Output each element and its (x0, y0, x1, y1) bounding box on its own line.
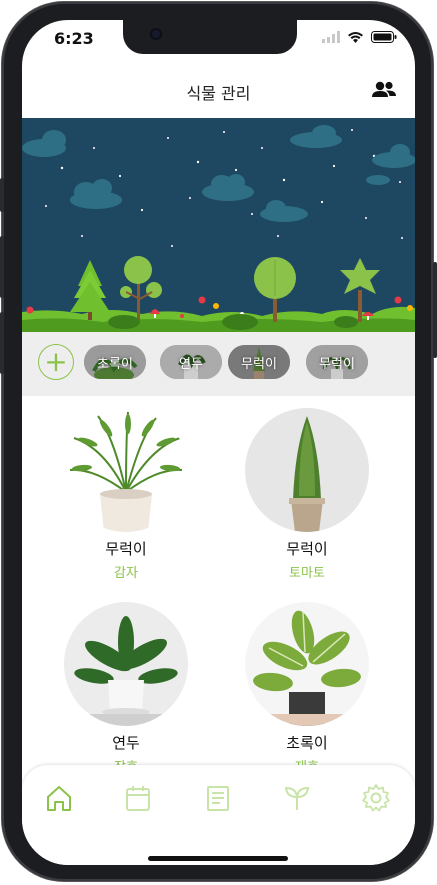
dieffenbachia-image (245, 602, 369, 726)
status-time: 6:23 (54, 29, 94, 48)
plant-photo (64, 602, 188, 726)
home-icon[interactable] (44, 783, 74, 813)
page-title: 식물 관리 (186, 84, 251, 103)
plus-icon: + (44, 345, 68, 378)
side-button-power (433, 262, 437, 358)
calendar-icon[interactable] (123, 783, 153, 813)
plant-chip-label: 무럭이 (241, 357, 277, 372)
status-icons (322, 31, 397, 43)
plant-name: 초록이 (286, 734, 328, 752)
journal-icon[interactable] (203, 783, 233, 813)
plant-card[interactable]: 무럭이 토마토 (232, 408, 382, 588)
plant-photo (245, 408, 369, 532)
screen: 6:23 식물 관리 + 초록이 연두 무럭이 무럭이 무럭이 감자 무럭이 토… (22, 20, 415, 865)
battery-icon (371, 31, 397, 43)
sprout-icon[interactable] (282, 783, 312, 813)
side-button-mute (0, 178, 4, 212)
add-plant-button[interactable]: + (38, 344, 74, 380)
signal-icon (322, 31, 340, 43)
plant-chip[interactable]: 무럭이 (306, 345, 368, 379)
wifi-icon (348, 32, 363, 43)
plant-chip[interactable]: 초록이 (84, 345, 146, 379)
bottom-tab-bar (22, 765, 415, 865)
plant-owner: 토마토 (289, 566, 325, 581)
plant-chip-label: 초록이 (97, 357, 133, 372)
parlor-palm-image (64, 408, 188, 532)
garden-scene-illustration (22, 118, 415, 332)
side-button-volume-down (0, 312, 4, 374)
plant-photo (245, 602, 369, 726)
settings-gear-icon[interactable] (361, 783, 391, 813)
plant-chip[interactable]: 무럭이 (228, 345, 290, 379)
peace-lily-image (64, 602, 188, 726)
plant-name: 무럭이 (286, 540, 328, 558)
garden-banner (22, 118, 415, 332)
people-icon[interactable] (371, 79, 397, 101)
plant-owner: 감자 (114, 566, 138, 581)
side-button-volume-up (0, 236, 4, 298)
plant-chip-label: 연두 (179, 357, 203, 372)
plant-photo (64, 408, 188, 532)
notch (123, 20, 297, 54)
plant-chip[interactable]: 연두 (160, 345, 222, 379)
cypress-plant-image (245, 408, 369, 532)
plant-name: 연두 (112, 734, 140, 752)
plant-name: 무럭이 (105, 540, 147, 558)
plant-card[interactable]: 초록이 재호 (232, 602, 382, 782)
home-indicator (148, 856, 288, 861)
plant-card[interactable]: 연두 장호 (51, 602, 201, 782)
plant-card[interactable]: 무럭이 감자 (51, 408, 201, 588)
plant-filter-strip: + 초록이 연두 무럭이 무럭이 (22, 332, 415, 396)
front-camera (150, 28, 162, 40)
plant-chip-label: 무럭이 (319, 357, 355, 372)
